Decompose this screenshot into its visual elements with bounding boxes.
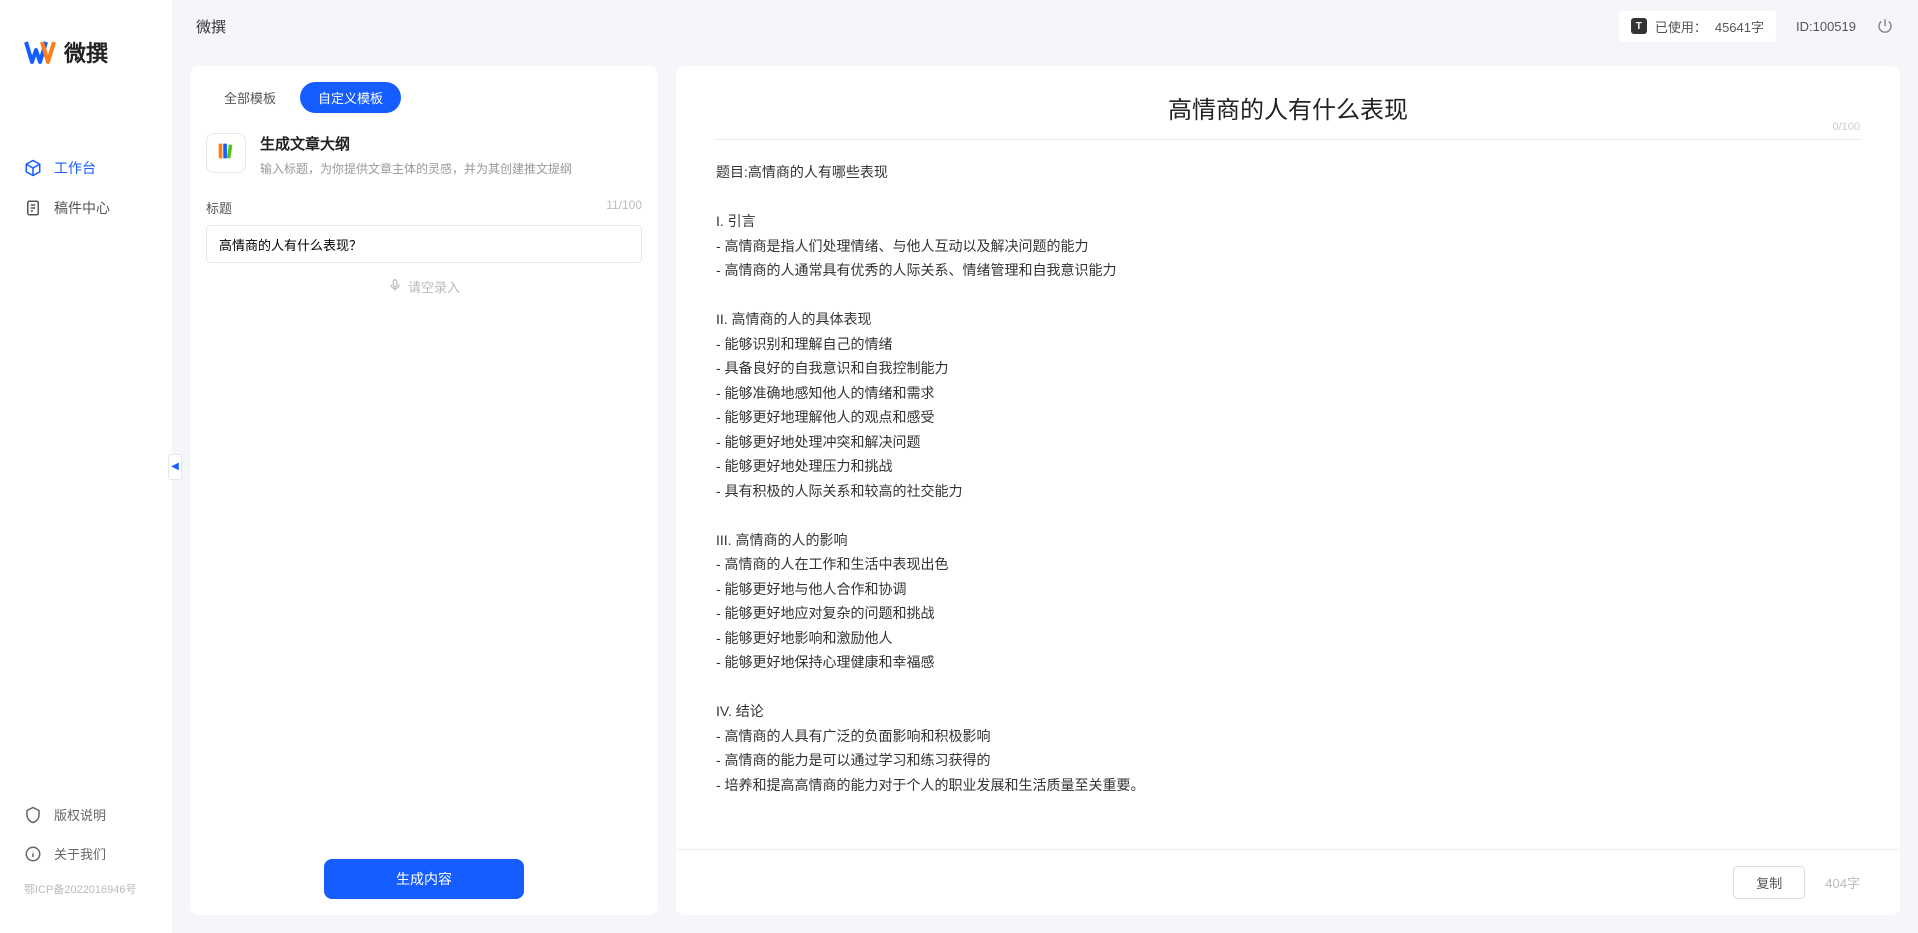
cube-icon <box>24 159 42 177</box>
usage-label: 已使用： <box>1655 17 1707 36</box>
tab-all-templates[interactable]: 全部模板 <box>206 82 294 113</box>
panel-result: 高情商的人有什么表现 0/100 题目:高情商的人有哪些表现 I. 引言 - 高… <box>676 66 1900 915</box>
result-header-count: 0/100 <box>1832 121 1860 133</box>
mic-icon <box>388 278 402 295</box>
template-icon <box>206 133 246 173</box>
result-footer: 复制 404字 <box>676 849 1900 915</box>
copy-button[interactable]: 复制 <box>1733 866 1805 899</box>
nav-item-workspace[interactable]: 工作台 <box>0 148 172 188</box>
usage-badge[interactable]: T 已使用： 45641字 <box>1619 11 1776 42</box>
voice-input[interactable]: 请空录入 <box>206 263 642 310</box>
nav-label: 工作台 <box>54 158 96 178</box>
tabs: 全部模板 自定义模板 <box>190 66 658 113</box>
chevron-left-icon: ◀ <box>171 461 179 472</box>
power-icon[interactable] <box>1876 17 1894 35</box>
icp-text: 鄂ICP备2022016946号 <box>0 873 172 897</box>
result-body: 题目:高情商的人有哪些表现 I. 引言 - 高情商是指人们处理情绪、与他人互动以… <box>676 140 1900 849</box>
result-header: 高情商的人有什么表现 0/100 <box>676 66 1900 139</box>
template-info: 生成文章大纲 输入标题，为你提供文章主体的灵感，并为其创建推文提纲 <box>260 133 642 178</box>
voice-label: 请空录入 <box>408 277 460 296</box>
generate-button[interactable]: 生成内容 <box>324 859 524 899</box>
result-content[interactable]: 题目:高情商的人有哪些表现 I. 引言 - 高情商是指人们处理情绪、与他人互动以… <box>716 160 1860 797</box>
result-title: 高情商的人有什么表现 <box>716 90 1860 125</box>
logo-text: 微撰 <box>64 36 108 68</box>
books-icon <box>215 140 237 167</box>
nav-item-about[interactable]: 关于我们 <box>0 834 172 873</box>
info-icon <box>24 845 42 863</box>
nav-label: 关于我们 <box>54 844 106 863</box>
content: 全部模板 自定义模板 <box>172 52 1918 933</box>
template-title: 生成文章大纲 <box>260 133 642 154</box>
nav-label: 版权说明 <box>54 805 106 824</box>
nav-label: 稿件中心 <box>54 198 110 218</box>
form-area: 标题 11/100 请空录入 <box>190 198 658 843</box>
doc-icon <box>24 199 42 217</box>
title-count: 11/100 <box>606 198 642 217</box>
template-desc: 输入标题，为你提供文章主体的灵感，并为其创建推文提纲 <box>260 160 642 178</box>
title-label: 标题 <box>206 198 232 217</box>
page-title: 微撰 <box>196 16 226 37</box>
user-id: ID:100519 <box>1796 19 1856 34</box>
topbar: 微撰 T 已使用： 45641字 ID:100519 <box>172 0 1918 52</box>
nav-item-drafts[interactable]: 稿件中心 <box>0 188 172 228</box>
sidebar: 微撰 工作台 稿件中心 <box>0 0 172 933</box>
main: 微撰 T 已使用： 45641字 ID:100519 <box>172 0 1918 933</box>
title-input[interactable] <box>206 225 642 263</box>
logo: 微撰 <box>0 20 172 98</box>
nav-item-copyright[interactable]: 版权说明 <box>0 795 172 834</box>
usage-value: 45641字 <box>1715 17 1764 36</box>
field-row: 标题 11/100 <box>206 198 642 217</box>
generate-wrap: 生成内容 <box>190 843 658 915</box>
text-badge-icon: T <box>1631 18 1647 34</box>
logo-icon <box>24 36 56 68</box>
topbar-right: T 已使用： 45641字 ID:100519 <box>1619 11 1894 42</box>
shield-icon <box>24 806 42 824</box>
panel-input: 全部模板 自定义模板 <box>190 66 658 915</box>
tab-custom-templates[interactable]: 自定义模板 <box>300 82 401 113</box>
collapse-handle[interactable]: ◀ <box>168 454 182 480</box>
sidebar-bottom: 版权说明 关于我们 鄂ICP备2022016946号 <box>0 795 172 913</box>
template-card: 生成文章大纲 输入标题，为你提供文章主体的灵感，并为其创建推文提纲 <box>190 113 658 198</box>
char-count: 404字 <box>1825 873 1860 892</box>
nav: 工作台 稿件中心 <box>0 98 172 795</box>
